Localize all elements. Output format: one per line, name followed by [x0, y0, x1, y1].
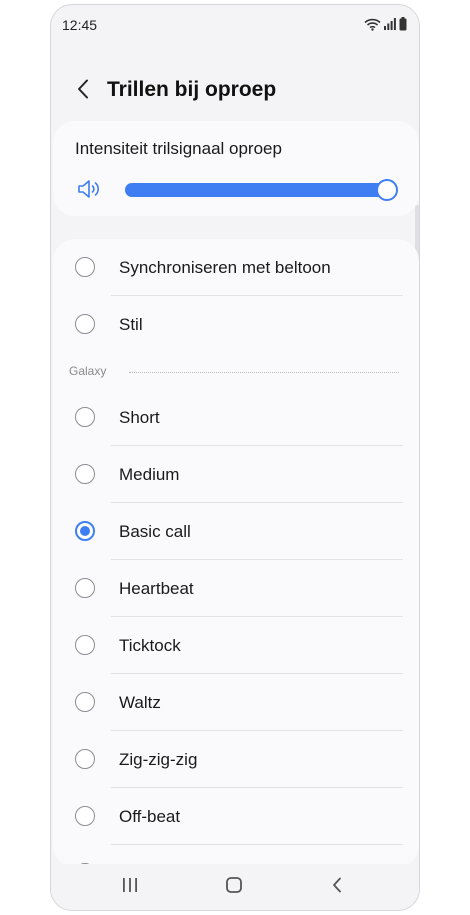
section-divider — [129, 372, 399, 373]
chevron-left-icon — [332, 877, 342, 898]
home-button[interactable] — [219, 874, 249, 900]
radio-button[interactable] — [75, 464, 95, 484]
intensity-slider[interactable] — [125, 179, 398, 201]
radio-button[interactable] — [75, 749, 95, 769]
signal-icon — [384, 18, 396, 30]
option-silent[interactable]: Stil — [53, 296, 419, 353]
battery-icon — [399, 17, 407, 31]
option-ticktock[interactable]: Ticktock — [53, 617, 419, 674]
chevron-left-icon — [77, 79, 89, 104]
section-header-galaxy: Galaxy — [53, 353, 419, 391]
option-label: Basic call — [119, 522, 191, 541]
option-label: Waltz — [119, 693, 161, 712]
slider-thumb[interactable] — [376, 179, 398, 201]
phone-screen: 12:45 Trillen bij oproep Intensiteit tri… — [50, 4, 420, 911]
radio-button[interactable] — [75, 578, 95, 598]
intensity-label: Intensiteit trilsignaal oproep — [75, 139, 282, 158]
option-label: Heartbeat — [119, 579, 194, 598]
back-button[interactable] — [69, 75, 97, 107]
speaker-icon — [77, 178, 101, 205]
radio-button[interactable] — [75, 407, 95, 427]
radio-button-selected[interactable] — [75, 521, 95, 541]
option-basic-call[interactable]: Basic call — [53, 503, 419, 560]
option-zig-zig-zig[interactable]: Zig-zig-zig — [53, 731, 419, 788]
option-label: Synchroniseren met beltoon — [119, 258, 331, 277]
app-bar: Trillen bij oproep — [51, 67, 419, 115]
nav-back-button[interactable] — [322, 874, 352, 900]
option-heartbeat[interactable]: Heartbeat — [53, 560, 419, 617]
option-medium[interactable]: Medium — [53, 446, 419, 503]
option-short[interactable]: Short — [53, 389, 419, 446]
recent-apps-icon — [121, 877, 139, 898]
option-label: Short — [119, 408, 160, 427]
page-title: Trillen bij oproep — [107, 78, 277, 101]
radio-button[interactable] — [75, 806, 95, 826]
intensity-card: Intensiteit trilsignaal oproep — [53, 121, 419, 216]
option-sync-ringtone[interactable]: Synchroniseren met beltoon — [53, 239, 419, 296]
radio-button[interactable] — [75, 257, 95, 277]
slider-fill — [125, 183, 387, 197]
navigation-bar — [51, 864, 419, 910]
option-label: Medium — [119, 465, 180, 484]
status-time: 12:45 — [62, 17, 98, 33]
option-label: Ticktock — [119, 636, 181, 655]
option-label: Stil — [119, 315, 143, 334]
option-label: Off-beat — [119, 807, 181, 826]
radio-button[interactable] — [75, 314, 95, 334]
section-title: Galaxy — [69, 364, 107, 378]
recent-apps-button[interactable] — [115, 874, 145, 900]
home-icon — [225, 876, 243, 899]
status-bar: 12:45 — [51, 5, 419, 45]
wifi-icon — [364, 18, 381, 31]
radio-button[interactable] — [75, 635, 95, 655]
radio-button[interactable] — [75, 692, 95, 712]
option-off-beat[interactable]: Off-beat — [53, 788, 419, 845]
option-waltz[interactable]: Waltz — [53, 674, 419, 731]
status-icons — [364, 17, 407, 31]
option-label: Zig-zig-zig — [119, 750, 198, 769]
vibration-pattern-list: Synchroniseren met beltoon Stil Galaxy S… — [53, 239, 419, 867]
